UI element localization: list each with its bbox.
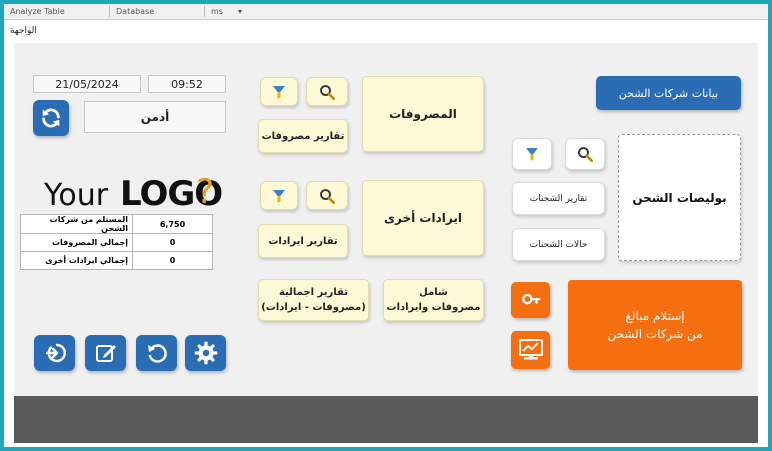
time-field: 09:52 <box>148 75 226 93</box>
shipment-status-button[interactable]: حالات الشحنات <box>512 228 605 261</box>
key-button[interactable] <box>511 282 550 318</box>
user-field: أدمن <box>84 101 226 133</box>
stat-value: 0 <box>132 251 213 270</box>
edit-button[interactable] <box>85 335 126 371</box>
refresh-button[interactable] <box>33 100 69 136</box>
logout-icon <box>45 343 66 363</box>
reset-button[interactable] <box>136 335 177 371</box>
receive-payments-button[interactable]: إستلام مبالغ من شركات الشحن <box>568 280 742 370</box>
stat-label: إجمالي ايرادات أخرى <box>20 251 133 270</box>
policies-search-button[interactable] <box>565 138 605 170</box>
summary-reports-button[interactable]: تقارير اجمالية (مصروفات - ايرادات) <box>258 279 369 321</box>
other-income-button[interactable]: ايرادات أخرى <box>362 180 484 256</box>
status-bar <box>14 396 758 443</box>
expenses-button[interactable]: المصروفات <box>362 76 484 152</box>
income-filter-button[interactable] <box>260 181 298 210</box>
stat-value: 0 <box>132 233 213 252</box>
receive-label-line2: من شركات الشحن <box>607 327 703 341</box>
stats-table: المستلم من شركات الشحن 6,750 إجمالي المص… <box>20 214 213 270</box>
dashboard-button[interactable] <box>511 331 550 369</box>
edit-icon <box>95 345 116 362</box>
monitor-chart-icon <box>518 339 543 360</box>
date-field: 21/05/2024 <box>33 75 141 93</box>
form-tab[interactable]: الواجهة <box>10 22 37 40</box>
comprehensive-label-line1: شامل <box>419 287 448 298</box>
access-title-bar: Analyze Table Database ms ▾ <box>4 4 768 20</box>
expenses-filter-button[interactable] <box>260 77 298 106</box>
filter-icon <box>273 189 285 203</box>
filter-icon <box>273 85 285 99</box>
shipping-companies-button[interactable]: بيانات شركات الشحن <box>596 76 741 110</box>
logout-button[interactable] <box>34 335 75 371</box>
database-segment[interactable]: Database <box>109 6 160 17</box>
expenses-search-button[interactable] <box>306 77 348 106</box>
stat-label: المستلم من شركات الشحن <box>20 214 133 234</box>
income-reports-button[interactable]: تقارير ايرادات <box>258 224 348 258</box>
receive-label-line1: إستلام مبالغ <box>625 309 685 323</box>
table-row: المستلم من شركات الشحن 6,750 <box>20 214 213 234</box>
table-row: إجمالي ايرادات أخرى 0 <box>20 251 213 270</box>
income-search-button[interactable] <box>306 181 348 210</box>
policies-filter-button[interactable] <box>512 138 552 170</box>
table-row: إجمالي المصروفات 0 <box>20 233 213 252</box>
summary-label-line2: (مصروفات - ايرادات) <box>261 302 366 313</box>
shipment-reports-button[interactable]: تقارير الشحنات <box>512 182 605 215</box>
shipping-policies-button[interactable]: بوليصات الشحن <box>618 134 741 261</box>
filter-icon <box>526 148 538 161</box>
comprehensive-label-line2: مصروفات وايرادات <box>386 302 481 313</box>
key-icon <box>521 293 540 305</box>
search-icon <box>578 147 594 163</box>
reset-icon <box>147 344 167 363</box>
ms-segment[interactable]: ms <box>204 6 229 17</box>
search-icon <box>320 84 336 100</box>
refresh-icon <box>42 108 60 128</box>
gear-icon <box>194 341 217 365</box>
stat-label: إجمالي المصروفات <box>20 233 133 252</box>
stat-value: 6,750 <box>132 214 213 234</box>
chevron-down-icon[interactable]: ▾ <box>232 6 248 17</box>
expense-reports-button[interactable]: تقارير مصروفات <box>258 119 348 153</box>
summary-label-line1: تقارير اجمالية <box>279 287 348 298</box>
search-icon <box>320 188 336 204</box>
settings-button[interactable] <box>185 335 226 371</box>
comprehensive-button[interactable]: شامل مصروفات وايرادات <box>383 279 484 321</box>
company-logo: Your LOGO ? <box>44 170 224 218</box>
logo-text-your: Your <box>44 178 109 213</box>
object-label[interactable]: Analyze Table <box>4 6 71 17</box>
logo-text-question: ? <box>196 172 215 212</box>
